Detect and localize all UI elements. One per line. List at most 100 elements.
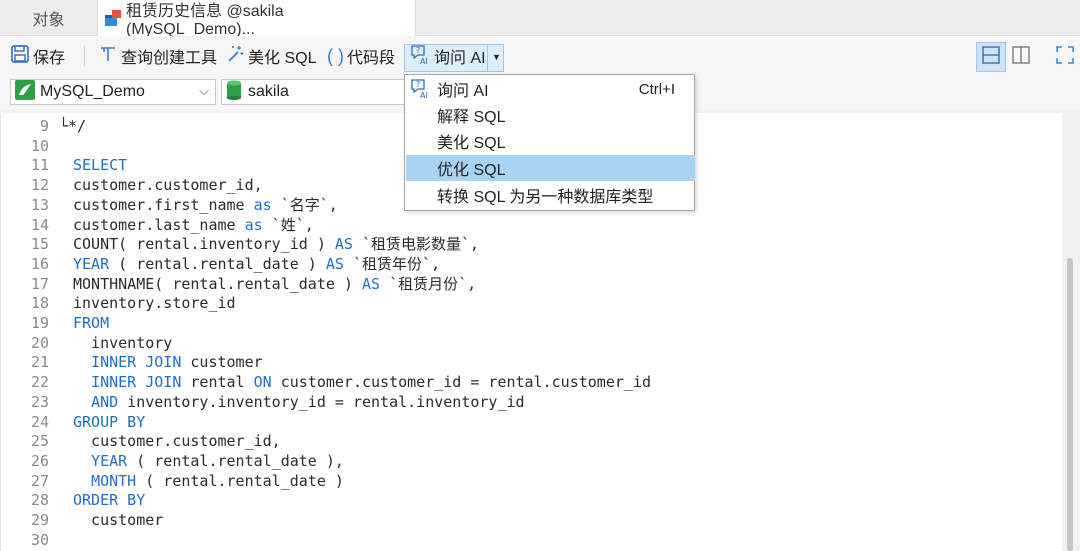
beautify-sql-button[interactable]: 美化 SQL xyxy=(225,42,316,70)
code-text: customer xyxy=(73,510,163,530)
menu-item[interactable]: 解释 SQL xyxy=(406,102,695,128)
code-line: 30 xyxy=(1,530,1062,550)
fullscreen-icon xyxy=(1055,45,1075,70)
sql-text: customer.customer_id, xyxy=(73,432,281,451)
sql-text: ( rental.rental_date ) xyxy=(136,471,344,490)
save-icon xyxy=(10,44,30,69)
sql-keyword: INNER JOIN xyxy=(91,353,182,372)
sql-text: `租赁年份`, xyxy=(343,254,441,273)
menu-item-label: 询问 AI xyxy=(437,83,489,100)
code-text: FROM xyxy=(73,313,109,333)
line-number: 11 xyxy=(30,156,49,175)
toolbar-divider xyxy=(84,46,85,66)
sql-keyword: AS xyxy=(334,235,353,254)
line-number: 16 xyxy=(30,254,49,273)
menu-item[interactable]: ? AI 询问 AI Ctrl+I xyxy=(406,76,695,102)
line-number: 12 xyxy=(30,176,49,195)
database-icon xyxy=(225,80,243,105)
connection-select[interactable]: MySQL_Demo ⌵ xyxy=(10,79,216,105)
line-number: 23 xyxy=(30,392,49,411)
menu-item[interactable]: 美化 SQL xyxy=(406,128,695,154)
code-line: 15 COUNT( rental.inventory_id ) AS `租赁电影数… xyxy=(1,234,1062,254)
menu-item[interactable]: 转换 SQL 为另一种数据库类型 xyxy=(406,182,695,208)
parentheses-icon: ( ) xyxy=(327,45,344,66)
tab-bar: 对象 租赁历史信息 @sakila (MySQL_Demo)... xyxy=(0,0,1080,38)
code-line: 24 GROUP BY xyxy=(1,412,1062,432)
line-number: 17 xyxy=(30,274,49,293)
code-line: 21 INNER JOIN customer xyxy=(1,352,1062,372)
sql-keyword: GROUP BY xyxy=(73,412,146,431)
sql-text: customer.customer_id = rental.customer_i… xyxy=(271,373,651,392)
sql-text: inventory.store_id xyxy=(73,294,236,313)
ask-ai-menu: ? AI 询问 AI Ctrl+I 解释 SQL 美化 SQL 优化 SQL 转换 SQL 为… xyxy=(404,74,695,211)
sql-text: ( rental.rental_date ), xyxy=(127,451,344,470)
sql-keyword: YEAR xyxy=(91,451,128,470)
sql-text: customer xyxy=(181,353,263,372)
sql-text: customer.first_name xyxy=(73,195,254,214)
code-text: inventory.store_id xyxy=(73,293,236,313)
code-line: 14 customer.last_name as `姓`, xyxy=(1,215,1062,235)
ask-ai-label: 询问 AI xyxy=(434,50,486,67)
line-number: 22 xyxy=(30,373,49,392)
line-number: 9 xyxy=(39,117,49,135)
sql-text: inventory.inventory_id = rental.inventor… xyxy=(118,392,525,411)
menu-item-label: 解释 SQL xyxy=(437,109,506,126)
save-label: 保存 xyxy=(33,50,66,67)
ai-question-icon: ? AI xyxy=(409,77,431,104)
svg-text:?: ? xyxy=(416,46,420,55)
code-text: customer.customer_id, xyxy=(73,431,281,451)
save-button[interactable]: 保存 xyxy=(10,42,65,70)
code-text: YEAR ( rental.rental_date ), xyxy=(73,451,344,471)
line-number: 18 xyxy=(30,294,49,313)
sql-keyword: YEAR xyxy=(73,254,110,273)
caret-down-icon: ▼ xyxy=(492,52,501,62)
line-number: 21 xyxy=(30,353,49,372)
code-snippet-label: 代码段 xyxy=(347,50,396,67)
sql-text: └*/ xyxy=(59,117,87,135)
beautify-sql-label: 美化 SQL xyxy=(248,50,317,67)
query-builder-label: 查询创建工具 xyxy=(121,50,218,67)
line-number: 15 xyxy=(30,235,49,254)
line-number: 28 xyxy=(30,491,49,510)
split-horizontal-button[interactable] xyxy=(976,42,1006,72)
connection-name: MySQL_Demo xyxy=(40,83,145,100)
code-line: 25 customer.customer_id, xyxy=(1,431,1062,451)
query-builder-button[interactable]: 查询创建工具 xyxy=(98,42,217,70)
tab-query-rental-history[interactable]: 租赁历史信息 @sakila (MySQL_Demo)... xyxy=(98,0,416,38)
fullscreen-button[interactable] xyxy=(1050,42,1080,72)
line-number: 10 xyxy=(30,136,49,155)
svg-text:?: ? xyxy=(416,80,420,89)
code-line: 27 MONTH ( rental.rental_date ) xyxy=(1,471,1062,491)
line-number: 25 xyxy=(30,432,49,451)
sql-keyword: AS xyxy=(361,274,381,293)
code-snippet-button[interactable]: ( ) 代码段 xyxy=(327,42,395,70)
sql-text: `租赁月份`, xyxy=(380,274,477,293)
svg-text:AI: AI xyxy=(420,57,428,65)
database-select[interactable]: sakila xyxy=(221,79,405,105)
line-number: 13 xyxy=(30,195,49,214)
code-text: └*/ xyxy=(59,116,86,136)
sql-text: customer xyxy=(73,511,164,529)
code-line: 17 MONTHNAME( rental.rental_date ) AS `租赁… xyxy=(1,274,1062,294)
ask-ai-dropdown-button[interactable]: ▼ xyxy=(487,44,504,72)
menu-item[interactable]: 优化 SQL xyxy=(406,155,695,181)
split-horizontal-icon xyxy=(981,45,1001,70)
code-text: COUNT( rental.inventory_id ) AS `租赁电影数量`… xyxy=(73,234,479,254)
split-vertical-button[interactable] xyxy=(1006,42,1036,72)
menu-item-label: 转换 SQL 为另一种数据库类型 xyxy=(437,189,654,206)
query-table-icon xyxy=(104,9,122,27)
tab-objects[interactable]: 对象 xyxy=(0,0,98,36)
tab-query-label: 租赁历史信息 @sakila (MySQL_Demo)... xyxy=(126,3,284,38)
navicat-query-window: 对象 租赁历史信息 @sakila (MySQL_Demo)... 保存 查询创… xyxy=(0,0,1080,551)
sql-keyword: AND xyxy=(91,392,119,411)
scrollbar-thumb[interactable] xyxy=(1067,258,1073,551)
code-text: INNER JOIN rental ON customer.customer_i… xyxy=(73,372,651,392)
code-line: 16 YEAR ( rental.rental_date ) AS `租赁年份`, xyxy=(1,254,1062,274)
code-text: INNER JOIN customer xyxy=(73,352,263,372)
code-text: SELECT xyxy=(73,155,127,175)
code-text: MONTHNAME( rental.rental_date ) AS `租赁月份… xyxy=(73,274,476,294)
sql-text: `姓`, xyxy=(262,215,314,234)
